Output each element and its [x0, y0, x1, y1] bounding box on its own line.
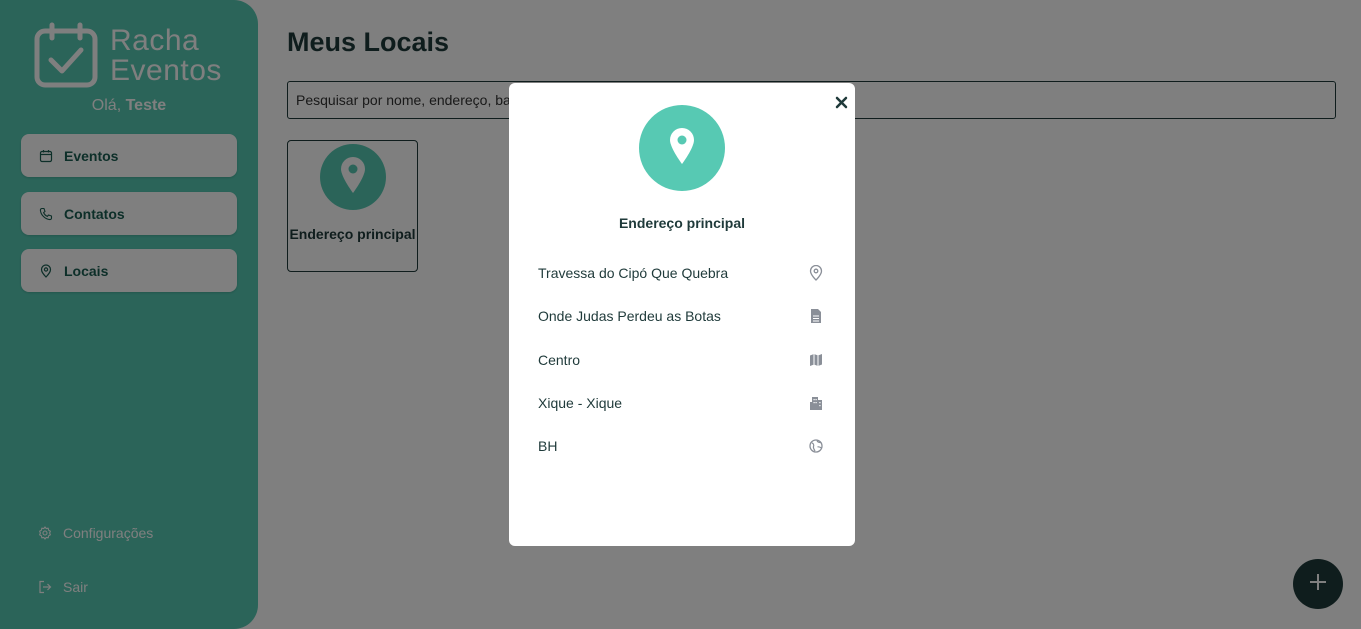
detail-row-state: BH: [538, 436, 823, 456]
detail-row-complement: Onde Judas Perdeu as Botas: [538, 306, 823, 326]
close-icon[interactable]: [835, 96, 848, 109]
location-details-modal: Endereço principal Travessa do Cipó Que …: [509, 83, 855, 546]
modal-title: Endereço principal: [618, 215, 746, 231]
detail-complement-value: Onde Judas Perdeu as Botas: [538, 308, 721, 324]
detail-row-district: Centro: [538, 350, 823, 370]
detail-row-street: Travessa do Cipó Que Quebra: [538, 263, 823, 283]
map-pin-outline-icon: [809, 265, 823, 281]
detail-state-value: BH: [538, 438, 558, 454]
globe-icon: [809, 438, 823, 454]
detail-street-value: Travessa do Cipó Que Quebra: [538, 265, 729, 281]
modal-avatar: [639, 105, 725, 191]
detail-district-value: Centro: [538, 352, 581, 368]
map-icon: [809, 352, 823, 368]
detail-row-city: Xique - Xique: [538, 393, 823, 413]
city-icon: [809, 395, 823, 411]
map-pin-icon: [669, 127, 695, 169]
detail-city-value: Xique - Xique: [538, 395, 623, 411]
document-icon: [809, 308, 823, 324]
